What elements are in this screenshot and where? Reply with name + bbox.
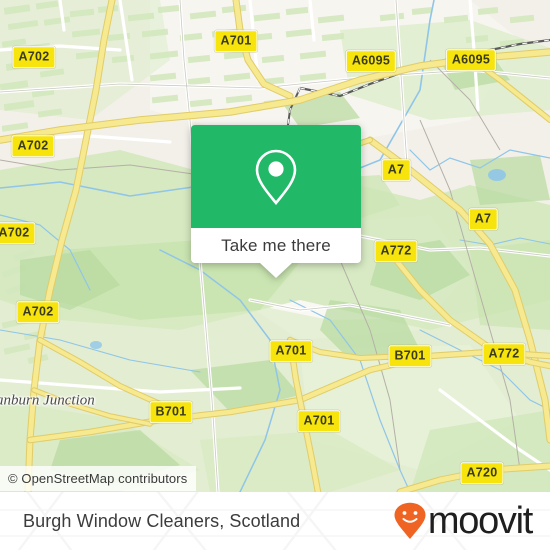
location-popup-card[interactable]: Take me there — [191, 125, 361, 278]
road-shield-a702-4[interactable]: A702 — [16, 301, 60, 323]
take-me-there-button[interactable]: Take me there — [221, 236, 331, 256]
road-shield-a701-3[interactable]: A701 — [297, 410, 341, 432]
osm-attribution[interactable]: © OpenStreetMap contributors — [0, 466, 197, 491]
osm-attribution-text: © OpenStreetMap contributors — [8, 471, 188, 486]
moovit-map-screen: A702 A701 A6095 A6095 A702 A7 A7 A702 A772 A702 A7… — [0, 0, 550, 550]
road-shield-a6095-2[interactable]: A6095 — [445, 49, 497, 71]
road-shield-b701-1[interactable]: B701 — [388, 345, 432, 367]
popup-footer[interactable]: Take me there — [191, 228, 361, 278]
road-shield-a6095-1[interactable]: A6095 — [345, 50, 397, 72]
page-footer: Burgh Window Cleaners, Scotland moovit — [0, 492, 550, 550]
road-shield-a701-2[interactable]: A701 — [269, 340, 313, 362]
page-title: Burgh Window Cleaners, Scotland — [23, 510, 301, 531]
place-label-lothianburn-junction: anburn Junction — [0, 392, 95, 409]
road-shield-a702-3[interactable]: A702 — [0, 222, 36, 244]
road-shield-a701-1[interactable]: A701 — [214, 30, 258, 52]
road-shield-a702-1[interactable]: A702 — [12, 46, 56, 68]
map-viewport[interactable]: A702 A701 A6095 A6095 A702 A7 A7 A702 A772 A702 A7… — [0, 0, 550, 492]
popup-header — [191, 125, 361, 228]
road-shield-a772-2[interactable]: A772 — [482, 343, 526, 365]
road-shield-a7-2[interactable]: A7 — [468, 208, 498, 230]
road-shield-b701-2[interactable]: B701 — [149, 401, 193, 423]
moovit-pin-icon — [394, 502, 426, 539]
location-pin-icon — [255, 149, 297, 205]
road-shield-a720-1[interactable]: A720 — [460, 462, 504, 484]
road-shield-a772-1[interactable]: A772 — [374, 240, 418, 262]
popup-pointer-tail — [260, 263, 292, 278]
road-shield-a702-2[interactable]: A702 — [11, 135, 55, 157]
road-shield-a7-1[interactable]: A7 — [381, 159, 411, 181]
moovit-wordmark: moovit — [427, 500, 533, 542]
moovit-logo[interactable]: moovit — [393, 500, 533, 542]
